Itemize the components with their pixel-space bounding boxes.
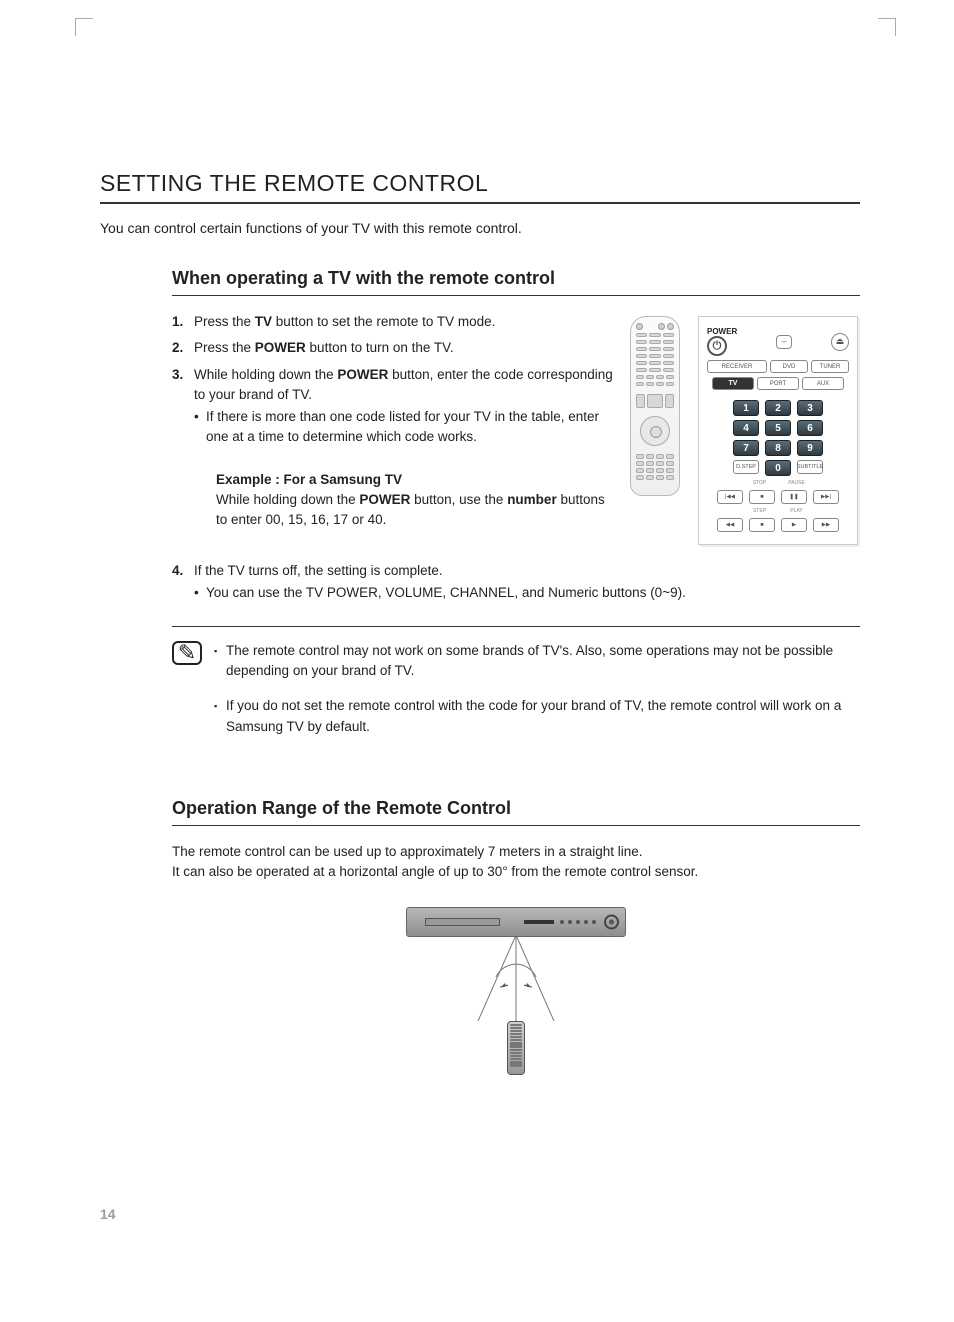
crop-mark-tl xyxy=(75,18,93,36)
step-2: Press the POWER button to turn on the TV… xyxy=(172,338,618,358)
num-3: 3 xyxy=(797,400,823,416)
next-icon: ▶▶| xyxy=(813,490,839,504)
step4-bullet: You can use the TV POWER, VOLUME, CHANNE… xyxy=(194,583,860,603)
example-title: Example : For a Samsung TV xyxy=(216,470,618,490)
example-block: Example : For a Samsung TV While holding… xyxy=(216,470,618,531)
step2-bold: POWER xyxy=(255,340,306,355)
stop2-icon: ■ xyxy=(749,518,775,532)
tuner-button: TUNER xyxy=(811,360,849,373)
step2-text-c: button to turn on the TV. xyxy=(306,340,454,355)
dstep-button: D.STEP xyxy=(733,460,759,474)
step3-bullet: If there is more than one code listed fo… xyxy=(194,407,618,448)
step-3: While holding down the POWER button, ent… xyxy=(172,365,618,531)
num-6: 6 xyxy=(797,420,823,436)
intro-text: You can control certain functions of you… xyxy=(100,220,860,236)
num-0: 0 xyxy=(765,460,791,476)
step-4: If the TV turns off, the setting is comp… xyxy=(172,561,860,604)
step1-bold: TV xyxy=(255,314,272,329)
remote-graphics: POWER ⏻ – ⏏ RECEIVER DVD TUNER TV PORT xyxy=(630,312,860,545)
sub1-title: When operating a TV with the remote cont… xyxy=(172,268,860,296)
num-9: 9 xyxy=(797,440,823,456)
tv-button: TV xyxy=(712,377,754,390)
range-diagram xyxy=(386,907,646,1075)
num-4: 4 xyxy=(733,420,759,436)
pause-icon: ❚❚ xyxy=(781,490,807,504)
play-label: PLAY xyxy=(781,508,812,514)
crop-mark-tr xyxy=(878,18,896,36)
step1-text-a: Press the xyxy=(194,314,255,329)
control-dots xyxy=(560,920,596,924)
op-body-2: It can also be operated at a horizontal … xyxy=(172,862,860,882)
step2-text-a: Press the xyxy=(194,340,255,355)
pause-label: PAUSE xyxy=(781,480,812,486)
steps-column: Press the TV button to set the remote to… xyxy=(172,312,618,545)
player-unit xyxy=(406,907,626,937)
remote-detail: POWER ⏻ – ⏏ RECEIVER DVD TUNER TV PORT xyxy=(698,316,858,545)
ex-a: While holding down the xyxy=(216,492,359,507)
step3-text-a: While holding down the xyxy=(194,367,337,382)
example-body: While holding down the POWER button, use… xyxy=(216,490,618,531)
port-button: PORT xyxy=(757,377,799,390)
subtitle-button: SUBTITLE xyxy=(797,460,823,474)
step-1: Press the TV button to set the remote to… xyxy=(172,312,618,332)
aux-button: AUX xyxy=(802,377,844,390)
eject-icon: ⏏ xyxy=(831,333,849,351)
stop-icon: ■ xyxy=(749,490,775,504)
power-button-icon: ⏻ xyxy=(707,336,727,356)
play-icon: ▶ xyxy=(781,518,807,532)
ir-cone-icon xyxy=(456,935,576,1025)
disc-tray xyxy=(425,918,500,926)
ir-sensor-icon xyxy=(604,914,619,929)
step4-text: If the TV turns off, the setting is comp… xyxy=(194,563,443,578)
step-label: STEP xyxy=(744,508,775,514)
remote-small xyxy=(630,316,680,496)
ex-b: POWER xyxy=(359,492,410,507)
ex-c: button, use the xyxy=(410,492,507,507)
num-5: 5 xyxy=(765,420,791,436)
num-8: 8 xyxy=(765,440,791,456)
subsection-operation-range: Operation Range of the Remote Control Th… xyxy=(172,798,860,1075)
note-2: If you do not set the remote control wit… xyxy=(214,696,860,738)
note-icon: ✎ xyxy=(172,641,202,665)
op-body-1: The remote control can be used up to app… xyxy=(172,842,860,862)
note-1: The remote control may not work on some … xyxy=(214,641,860,683)
sub2-title: Operation Range of the Remote Control xyxy=(172,798,860,826)
dvd-button: DVD xyxy=(770,360,808,373)
stop-label: STOP xyxy=(744,480,775,486)
step3-bold: POWER xyxy=(337,367,388,382)
mini-remote-icon xyxy=(507,1021,525,1075)
page-content: SETTING THE REMOTE CONTROL You can contr… xyxy=(100,170,860,1075)
page-number: 14 xyxy=(100,1206,116,1222)
section-title: SETTING THE REMOTE CONTROL xyxy=(100,170,860,204)
prev-icon: |◀◀ xyxy=(717,490,743,504)
ex-d: number xyxy=(507,492,557,507)
step1-text-c: button to set the remote to TV mode. xyxy=(272,314,495,329)
power-label: POWER xyxy=(707,327,737,336)
num-2: 2 xyxy=(765,400,791,416)
display-slot xyxy=(524,920,554,924)
subsection-operating-tv: When operating a TV with the remote cont… xyxy=(172,268,860,1075)
receiver-button: RECEIVER xyxy=(707,360,767,373)
note-box: ✎ The remote control may not work on som… xyxy=(172,626,860,753)
num-1: 1 xyxy=(733,400,759,416)
num-7: 7 xyxy=(733,440,759,456)
dash-button: – xyxy=(776,335,792,349)
ff-icon: ▶▶ xyxy=(813,518,839,532)
rew-icon: ◀◀ xyxy=(717,518,743,532)
